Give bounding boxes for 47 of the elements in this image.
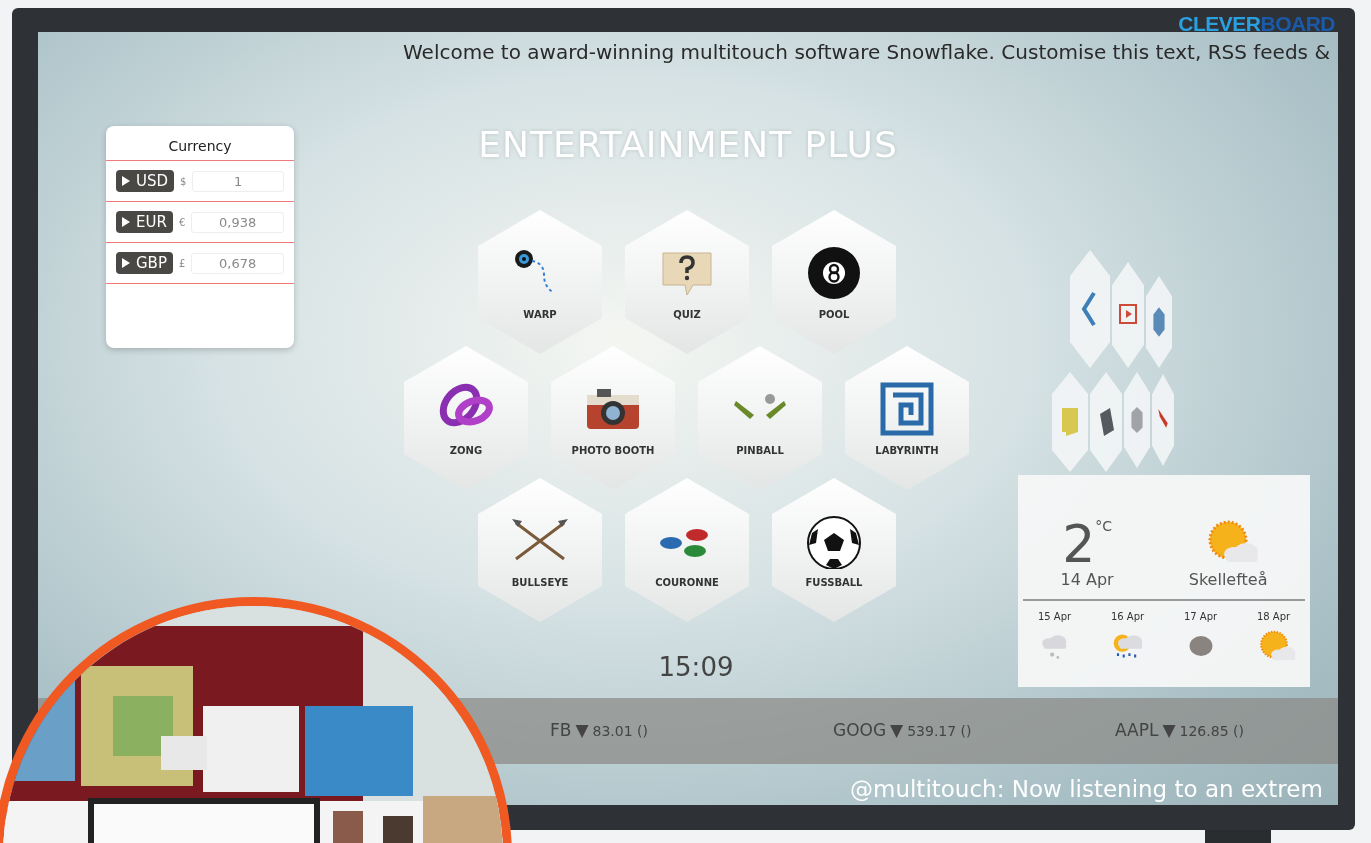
currency-button[interactable]: GBP [116,252,173,274]
clock: 15:09 [657,652,735,682]
app-tile[interactable]: PINBALL [698,346,822,490]
widget-tile[interactable] [1090,372,1122,472]
stock-price: 83.01 () [592,723,648,739]
down-arrow: ▼ [575,720,589,740]
forecast-date: 15 Apr [1037,611,1072,622]
city-name: Skellefteå [1188,570,1268,589]
app-tile[interactable]: COURONNE [625,478,749,622]
logo-text: CLEVER [1178,12,1261,36]
currency-symbol: £ [178,257,186,269]
app-tile[interactable]: BULLSEYE [478,478,602,622]
forecast-date: 18 Apr [1256,611,1291,622]
amount-field[interactable]: 0,938 [191,211,284,233]
news-ticker: Welcome to award-winning multitouch software Snowflake. Customise this text, RSS feeds & [403,40,1330,64]
currency-button[interactable]: EUR [116,211,173,233]
social-ticker: @multitouch: Now listening to an extrem [850,776,1323,802]
currency-button[interactable]: USD [116,170,175,192]
down-arrow: ▼ [890,720,904,740]
play-icon [122,258,130,268]
app-tile[interactable]: ZONG [404,346,528,490]
amount-field[interactable]: 1 [192,170,284,192]
app-tile[interactable]: PHOTO BOOTH [551,346,675,490]
logo-text: BOARD [1260,12,1335,36]
app-tile[interactable]: FUSSBALL [772,478,896,622]
down-arrow: ▼ [1162,720,1176,740]
widget-tile[interactable] [1052,372,1088,472]
temperature-unit: °C [1095,518,1113,534]
amount-field[interactable]: 0,678 [191,252,284,274]
stock-price: 126.85 () [1179,723,1244,739]
forecast-date: 17 Apr [1183,611,1218,622]
app-tile[interactable]: WARP [478,210,602,354]
currency-symbol: € [178,216,186,228]
widget-title: Currency [106,126,294,161]
forecast-date: 16 Apr [1110,611,1145,622]
temperature: 2 [1062,518,1096,570]
stock-symbol: GOOG [833,720,887,740]
stock-symbol: FB [550,720,572,740]
app-tile[interactable]: LABYRINTH [845,346,969,490]
play-icon [122,176,130,186]
app-tile[interactable]: POOL [772,210,896,354]
weather-date: 14 Apr [1060,570,1114,589]
stock-price: 539.17 () [907,723,972,739]
currency-symbol: $ [180,175,187,187]
stock-symbol: AAPL [1115,720,1159,740]
play-icon [122,217,130,227]
app-tile[interactable]: QUIZ [625,210,749,354]
